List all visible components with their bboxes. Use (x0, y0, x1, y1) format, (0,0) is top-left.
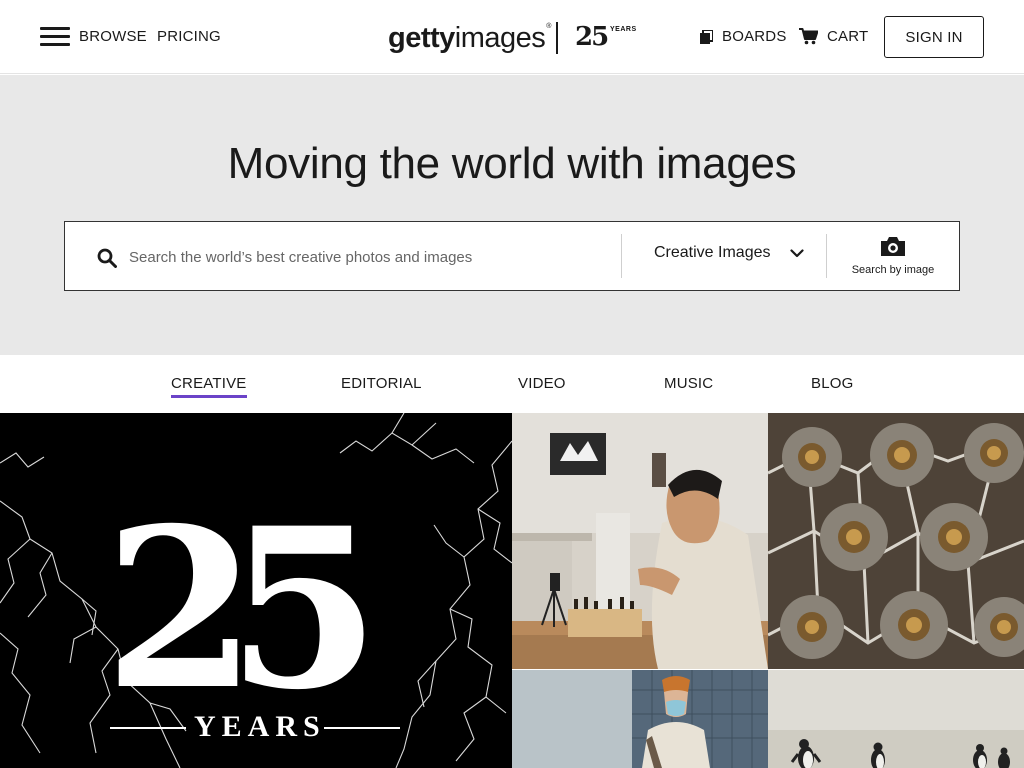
anniversary-years-label: YEARS (110, 710, 400, 746)
tab-music[interactable]: MUSIC (664, 375, 713, 392)
tab-editorial[interactable]: EDITORIAL (341, 375, 422, 392)
category-selected-label: Creative Images (654, 244, 771, 261)
tab-creative[interactable]: CREATIVE (171, 375, 247, 398)
tab-label: EDITORIAL (341, 375, 422, 392)
logo-getty-text: getty (388, 21, 455, 54)
search-input[interactable] (129, 242, 669, 272)
boards-link[interactable]: BOARDS (700, 28, 787, 45)
active-tab-indicator (171, 395, 247, 398)
masked-woman-image[interactable] (512, 670, 768, 768)
search-divider (621, 234, 622, 278)
years-rule-left (110, 727, 186, 729)
boards-icon (700, 29, 713, 44)
hamburger-menu-icon[interactable] (40, 27, 70, 47)
cart-icon (799, 28, 818, 45)
logo-anniversary-number: 25 (575, 22, 609, 52)
years-rule-right (324, 727, 400, 729)
cart-label: CART (827, 28, 869, 45)
years-text: YEARS (194, 710, 326, 743)
browse-link[interactable]: BROWSE (79, 28, 147, 45)
anniversary-big-number: 25 (104, 479, 380, 738)
tab-video[interactable]: VIDEO (518, 375, 566, 392)
tab-label: CREATIVE (171, 375, 247, 392)
tab-blog[interactable]: BLOG (811, 375, 853, 392)
search-icon[interactable] (97, 248, 117, 268)
hero-section: Moving the world with images Creative Im… (0, 75, 1024, 355)
boards-label: BOARDS (722, 28, 787, 45)
content-type-tabs: CREATIVE EDITORIAL VIDEO MUSIC BLOG (0, 355, 1024, 413)
logo-anniversary-word: YEARS (610, 26, 637, 33)
pricing-link[interactable]: PRICING (157, 28, 221, 45)
search-divider (826, 234, 827, 278)
penguins-image[interactable] (768, 670, 1024, 768)
anniversary-feature-image[interactable]: 25 YEARS (0, 413, 512, 768)
tab-label: MUSIC (664, 375, 714, 392)
logo-images-text: images (454, 21, 546, 54)
image-gallery: 25 YEARS (0, 413, 1024, 768)
logo-registered-mark: ® (546, 22, 552, 30)
camera-icon (881, 237, 905, 256)
search-bar: Creative Images Search by image (64, 221, 960, 291)
tab-label: BLOG (811, 375, 854, 392)
sign-in-button[interactable]: SIGN IN (884, 16, 984, 58)
hero-title: Moving the world with images (227, 139, 797, 188)
cart-link[interactable]: CART (799, 28, 868, 45)
search-by-image-button[interactable]: Search by image (851, 235, 935, 278)
logo-divider (556, 22, 558, 54)
site-header: BROWSE PRICING getty images ® 25 YEARS BOA… (0, 0, 1024, 74)
sea-urchin-image[interactable] (768, 413, 1024, 669)
category-select[interactable]: Creative Images (654, 244, 804, 262)
search-by-image-label: Search by image (851, 264, 935, 276)
tab-label: VIDEO (518, 375, 566, 392)
gettyimages-logo[interactable]: getty images ® 25 YEARS (388, 18, 636, 58)
chess-player-image[interactable] (512, 413, 768, 669)
chevron-down-icon (789, 248, 804, 257)
